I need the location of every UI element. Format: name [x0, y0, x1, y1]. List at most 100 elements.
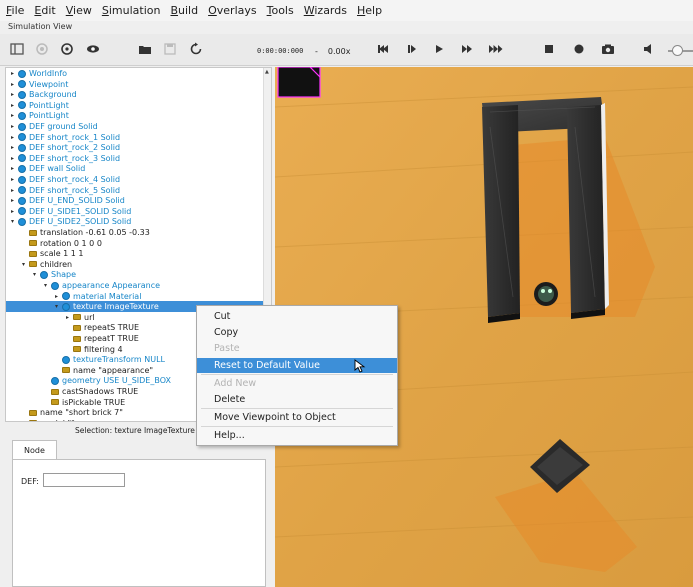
node-sphere-icon — [18, 164, 26, 173]
collapse-arrow-icon[interactable]: ▸ — [9, 110, 16, 121]
fast-forward-icon[interactable] — [458, 40, 476, 58]
tree-field[interactable]: castShadows TRUE — [42, 386, 138, 397]
context-add-new[interactable]: Add New — [197, 376, 397, 391]
scroll-up-arrow-icon[interactable]: ▲ — [265, 69, 269, 75]
tree-node[interactable]: ▸ DEF short_rock_2 Solid — [9, 142, 120, 153]
menu-view[interactable]: View — [66, 4, 92, 17]
tree-node[interactable]: ▸ Background — [9, 89, 77, 100]
tree-field[interactable]: ▾ children — [20, 259, 72, 270]
step-back-icon[interactable] — [374, 40, 392, 58]
collapse-arrow-icon[interactable]: ▸ — [64, 312, 71, 323]
collapse-arrow-icon[interactable]: ▸ — [9, 174, 16, 185]
collapse-arrow-icon[interactable]: ▸ — [9, 195, 16, 206]
tree-node[interactable]: ▸ PointLight — [9, 110, 69, 121]
context-delete[interactable]: Delete — [197, 392, 397, 407]
tree-node[interactable]: ▸ material Material — [53, 291, 141, 302]
reload-icon[interactable] — [187, 40, 205, 58]
expand-arrow-icon[interactable]: ▾ — [20, 259, 27, 270]
tree-node[interactable]: ▸ DEF wall Solid — [9, 163, 85, 174]
fastest-icon[interactable] — [487, 40, 505, 58]
record-circle-icon[interactable] — [33, 40, 51, 58]
tree-row-label: material Material — [73, 291, 142, 301]
tree-row-label: DEF short_rock_5 Solid — [29, 185, 121, 195]
collapse-arrow-icon[interactable]: ▸ — [9, 121, 16, 132]
tree-field[interactable]: filtering 4 — [64, 344, 123, 355]
tree-node[interactable]: ▾ DEF U_SIDE2_SOLID Solid — [9, 216, 131, 227]
collapse-arrow-icon[interactable]: ▸ — [9, 142, 16, 153]
volume-icon[interactable] — [640, 40, 658, 58]
tree-node[interactable]: ▸ WorldInfo — [9, 68, 67, 79]
expand-arrow-icon[interactable]: ▾ — [31, 269, 38, 280]
tree-field[interactable]: ▸ url — [64, 312, 95, 323]
menu-simulation[interactable]: Simulation — [102, 4, 161, 17]
tree-field[interactable]: model "" — [20, 418, 75, 421]
context-move-viewpoint[interactable]: Move Viewpoint to Object — [197, 410, 397, 425]
menu-help[interactable]: Help — [357, 4, 382, 17]
tree-field[interactable]: scale 1 1 1 — [20, 248, 84, 259]
menu-wizards[interactable]: Wizards — [304, 4, 347, 17]
collapse-arrow-icon[interactable]: ▸ — [9, 89, 16, 100]
tree-field[interactable]: isPickable TRUE — [42, 397, 125, 408]
screenshot-icon[interactable] — [599, 40, 617, 58]
play-icon[interactable] — [430, 40, 448, 58]
robot[interactable] — [534, 282, 558, 306]
tree-field[interactable]: repeatT TRUE — [64, 333, 139, 344]
tree-node[interactable]: geometry USE U_SIDE_BOX — [42, 375, 171, 386]
tree-node[interactable]: ▸ DEF short_rock_1 Solid — [9, 132, 120, 143]
step-icon[interactable] — [403, 40, 421, 58]
tree-node[interactable]: ▸ DEF U_END_SOLID Solid — [9, 195, 125, 206]
menu-tools[interactable]: Tools — [267, 4, 294, 17]
record-icon[interactable] — [570, 40, 588, 58]
expand-arrow-icon[interactable]: ▾ — [42, 280, 49, 291]
open-folder-icon[interactable] — [136, 40, 154, 58]
tree-row-label: DEF short_rock_2 Solid — [29, 143, 121, 153]
expand-arrow-icon[interactable]: ▾ — [9, 216, 16, 227]
tab-node[interactable]: Node — [12, 440, 57, 460]
eye-icon[interactable] — [84, 40, 102, 58]
tree-node[interactable]: ▸ DEF U_SIDE1_SOLID Solid — [9, 206, 131, 217]
def-input[interactable] — [43, 473, 125, 487]
tree-field[interactable]: translation -0.61 0.05 -0.33 — [20, 227, 150, 238]
tree-node[interactable]: ▸ DEF short_rock_5 Solid — [9, 185, 120, 196]
tree-row-label: geometry USE U_SIDE_BOX — [62, 376, 171, 386]
node-sphere-icon — [18, 175, 26, 184]
volume-slider-handle[interactable] — [672, 45, 683, 56]
tree-node[interactable]: ▾ Shape — [31, 269, 76, 280]
save-icon[interactable] — [161, 40, 179, 58]
context-reset-default[interactable]: Reset to Default Value — [197, 358, 397, 373]
tree-field[interactable]: name "short brick 7" — [20, 407, 123, 418]
tree-field[interactable]: repeatS TRUE — [64, 322, 139, 333]
layout-icon[interactable] — [8, 40, 26, 58]
collapse-arrow-icon[interactable]: ▸ — [9, 153, 16, 164]
context-cut[interactable]: Cut — [197, 309, 397, 324]
collapse-arrow-icon[interactable]: ▸ — [9, 185, 16, 196]
collapse-arrow-icon[interactable]: ▸ — [9, 68, 16, 79]
menu-overlays[interactable]: Overlays — [208, 4, 257, 17]
stop-icon[interactable] — [540, 40, 558, 58]
tree-node[interactable]: textureTransform NULL — [53, 354, 165, 365]
tree-field[interactable]: rotation 0 1 0 0 — [20, 238, 102, 249]
collapse-arrow-icon[interactable]: ▸ — [9, 132, 16, 143]
tree-node[interactable]: ▾ appearance Appearance — [42, 280, 160, 291]
tree-node[interactable]: ▸ DEF short_rock_4 Solid — [9, 174, 120, 185]
menu-file[interactable]: File — [6, 4, 24, 17]
node-sphere-icon — [18, 143, 26, 152]
collapse-arrow-icon[interactable]: ▸ — [9, 79, 16, 90]
collapse-arrow-icon[interactable]: ▸ — [9, 100, 16, 111]
context-copy[interactable]: Copy — [197, 325, 397, 340]
menu-edit[interactable]: Edit — [34, 4, 55, 17]
field-icon — [29, 250, 37, 257]
collapse-arrow-icon[interactable]: ▸ — [53, 291, 60, 302]
expand-arrow-icon[interactable]: ▾ — [53, 301, 60, 312]
collapse-arrow-icon[interactable]: ▸ — [9, 163, 16, 174]
context-paste[interactable]: Paste — [197, 341, 397, 356]
tree-node[interactable]: ▸ Viewpoint — [9, 79, 68, 90]
tree-node[interactable]: ▸ DEF ground Solid — [9, 121, 98, 132]
camera-rotate-icon[interactable] — [58, 40, 76, 58]
menu-build[interactable]: Build — [170, 4, 198, 17]
context-help[interactable]: Help... — [197, 428, 397, 443]
tree-node[interactable]: ▸ PointLight — [9, 100, 69, 111]
tree-node[interactable]: ▸ DEF short_rock_3 Solid — [9, 153, 120, 164]
collapse-arrow-icon[interactable]: ▸ — [9, 206, 16, 217]
tree-field[interactable]: name "appearance" — [53, 365, 153, 376]
